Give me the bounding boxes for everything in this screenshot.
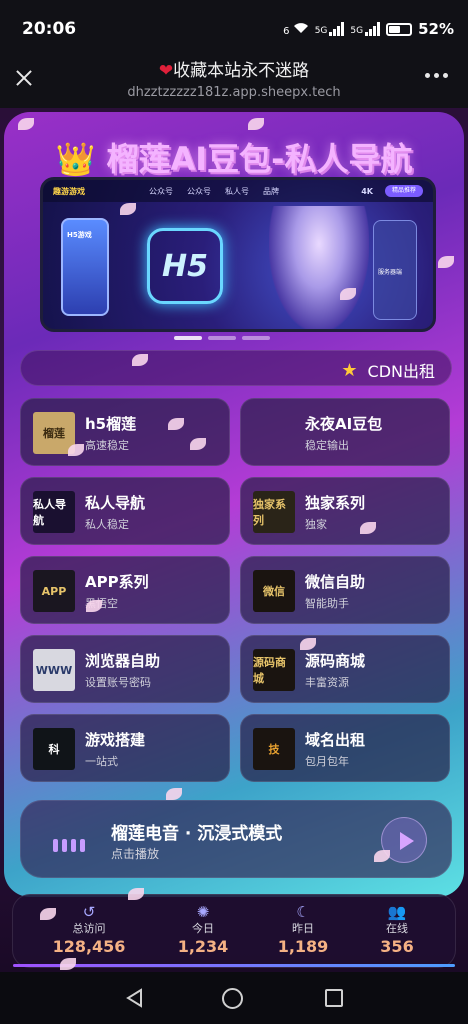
banner-nav-item: 私人号	[225, 186, 249, 196]
banner-nav-item: 品牌	[263, 186, 279, 196]
stat-value: 128,456	[52, 937, 126, 956]
status-icons: 6 5G 5G 52%	[283, 20, 454, 38]
wifi-icon: 6	[283, 22, 309, 37]
petal-decoration	[60, 958, 76, 970]
star-icon: ★	[341, 359, 358, 381]
status-time: 20:06	[22, 19, 77, 39]
nav-tile[interactable]: 科游戏搭建一站式	[20, 714, 230, 782]
stat-item: ✺ 今日 1,234	[153, 903, 253, 958]
main-card: 👑 榴莲AI豆包-私人导航 趣游游戏 公众号 公众号 私人号 品牌 4K 精品推…	[4, 112, 464, 897]
banner-logo: 趣游游戏	[53, 186, 85, 196]
nav-tile[interactable]: 永夜AI豆包稳定输出	[240, 398, 450, 466]
tile-subtitle: 智能助手	[305, 597, 349, 610]
banner-badge: 4K	[361, 186, 373, 196]
moon-icon: ☾	[296, 903, 310, 921]
banner-nav: 趣游游戏 公众号 公众号 私人号 品牌 4K	[43, 180, 433, 202]
sun-icon: ✺	[196, 903, 210, 921]
stats-progress-line	[13, 964, 455, 967]
source-shop-icon: 源码商城	[253, 649, 295, 691]
cdn-label: CDN出租	[367, 362, 435, 381]
stats-bar: ↺ 总访问 128,456 ✺ 今日 1,234 ☾ 昨日 1,189 👥 在线 356	[12, 894, 456, 968]
browser-header: ❤收藏本站永不迷路 dhzztzzzzz181z.app.sheepx.tech	[0, 58, 468, 108]
tile-title: 私人导航	[85, 494, 146, 512]
battery-icon	[386, 22, 413, 36]
page-url: dhzztzzzzz181z.app.sheepx.tech	[127, 85, 341, 100]
private-nav-icon: 私人导航	[33, 491, 75, 533]
signal-icon-2: 5G	[350, 22, 381, 36]
nav-tile[interactable]: 榴莲 h5榴莲 高速稳定	[20, 398, 230, 466]
system-nav-bar	[0, 972, 468, 1024]
recent-apps-icon[interactable]	[325, 989, 343, 1007]
stat-value: 1,189	[277, 937, 329, 956]
battery-percent: 52%	[418, 20, 454, 38]
tile-title: 微信自助	[305, 573, 366, 591]
nav-tile[interactable]: 源码商城 源码商城 丰富资源	[240, 635, 450, 703]
stat-label: 昨日	[292, 922, 314, 935]
nav-tile[interactable]: 微信 微信自助智能助手	[240, 556, 450, 624]
stat-item: ☾ 昨日 1,189	[253, 903, 353, 958]
site-title: 👑 榴莲AI豆包-私人导航	[55, 140, 413, 178]
banner-nav-item: 公众号	[149, 186, 173, 196]
anime-character-image	[269, 206, 369, 329]
tile-title: 浏览器自助	[85, 652, 161, 670]
banner-side-panel: 服务器端	[373, 220, 417, 320]
status-bar: 20:06 6 5G 5G 52%	[0, 0, 468, 58]
exclusive-icon: 独家系列	[253, 491, 295, 533]
page-title: ❤收藏本站永不迷路	[158, 61, 310, 81]
banner-phone: H5游戏	[61, 218, 109, 316]
stat-label: 今日	[192, 922, 214, 935]
tile-subtitle: 独家	[305, 518, 327, 531]
tile-subtitle: 设置账号密码	[85, 676, 151, 689]
banner-button: 精品推荐	[385, 185, 423, 197]
stat-value: 356	[380, 937, 414, 956]
banner[interactable]: 趣游游戏 公众号 公众号 私人号 品牌 4K 精品推荐 H5游戏 H5 服务器端	[40, 177, 436, 332]
nav-tile[interactable]: APPAPP系列黑悟空	[20, 556, 230, 624]
crown-icon: 👑	[55, 140, 96, 178]
sound-wave-icon	[53, 839, 85, 852]
tile-title: 永夜AI豆包	[305, 415, 383, 433]
browser-www-icon: WWW	[33, 649, 75, 691]
tile-title: h5榴莲	[85, 415, 137, 433]
app-wings-icon: APP	[33, 570, 75, 612]
tile-subtitle: 一站式	[85, 755, 118, 768]
page-content: 👑 榴莲AI豆包-私人导航 趣游游戏 公众号 公众号 私人号 品牌 4K 精品推…	[0, 108, 468, 972]
wechat-icon: 微信	[253, 570, 295, 612]
nav-tile[interactable]: 技域名出租包月包年	[240, 714, 450, 782]
back-icon[interactable]	[124, 987, 146, 1009]
nav-tile[interactable]: WWW 浏览器自助设置账号密码	[20, 635, 230, 703]
close-icon[interactable]	[12, 66, 36, 90]
tile-subtitle: 私人稳定	[85, 518, 129, 531]
heart-icon: ❤	[158, 61, 174, 81]
h5-logo-icon: H5	[147, 228, 223, 304]
nav-tile[interactable]: 私人导航 私人导航 私人稳定	[20, 477, 230, 545]
signal-icon-1: 5G	[315, 22, 345, 36]
nav-tile[interactable]: 独家系列 独家系列 独家	[240, 477, 450, 545]
tile-subtitle: 丰富资源	[305, 676, 349, 689]
music-title: 榴莲电音 · 沉浸式模式	[111, 824, 283, 844]
stat-label: 在线	[386, 922, 408, 935]
stat-value: 1,234	[177, 937, 229, 956]
music-bar[interactable]: 榴莲电音 · 沉浸式模式 点击播放	[20, 800, 452, 878]
tile-title: APP系列	[85, 573, 149, 591]
music-subtitle: 点击播放	[111, 847, 160, 861]
cdn-bar[interactable]: ★ CDN出租	[20, 350, 452, 386]
domain-ji-icon: 技	[253, 728, 295, 770]
tile-title: 独家系列	[305, 494, 366, 512]
home-icon[interactable]	[222, 988, 243, 1009]
tile-subtitle: 高速稳定	[85, 439, 129, 452]
tile-title: 源码商城	[305, 652, 366, 670]
tile-title: 游戏搭建	[85, 731, 146, 749]
tile-subtitle: 稳定输出	[305, 439, 349, 452]
stat-label: 总访问	[72, 922, 106, 935]
carousel-dots	[174, 336, 270, 340]
header-center: ❤收藏本站永不迷路 dhzztzzzzz181z.app.sheepx.tech	[60, 58, 408, 102]
banner-nav-item: 公众号	[187, 186, 211, 196]
more-icon[interactable]	[425, 73, 448, 78]
game-ke-icon: 科	[33, 728, 75, 770]
users-icon: 👥	[387, 903, 407, 921]
tile-subtitle: 包月包年	[305, 755, 349, 768]
tile-title: 域名出租	[305, 731, 366, 749]
stat-item: 👥 在线 356	[347, 903, 447, 958]
